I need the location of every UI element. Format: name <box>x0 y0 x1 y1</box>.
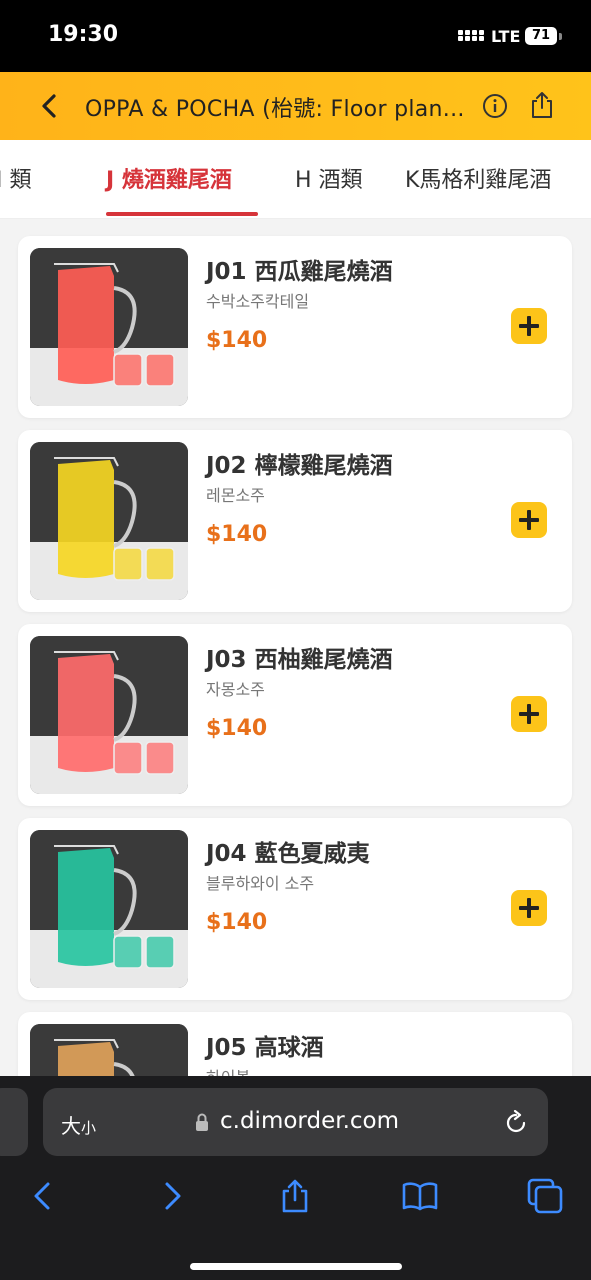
add-to-cart-button[interactable] <box>511 696 547 732</box>
add-to-cart-button[interactable] <box>511 890 547 926</box>
text-size-button[interactable]: 大小 <box>61 1110 96 1139</box>
menu-item-card[interactable]: J02 檸檬雞尾燒酒 레몬소주 $140 <box>18 430 572 612</box>
item-image <box>30 830 188 988</box>
lock-icon <box>196 1113 208 1131</box>
share-button[interactable] <box>528 90 556 120</box>
page-title: OPPA & POCHA (枱號: Floor plan... <box>85 97 465 122</box>
status-time: 19:30 <box>48 22 119 47</box>
browser-back-icon[interactable] <box>26 1178 62 1214</box>
browser-address-area: 大小 c.dimorder.com <box>0 1076 591 1170</box>
menu-item-card[interactable]: J04 藍色夏威夷 블루하와이 소주 $140 <box>18 818 572 1000</box>
browser-forward-icon[interactable] <box>155 1178 191 1214</box>
info-icon <box>483 94 507 118</box>
item-name: J05 高球酒 <box>206 1035 324 1061</box>
reload-icon[interactable] <box>503 1110 529 1136</box>
back-button[interactable] <box>34 90 66 122</box>
address-bar[interactable]: 大小 c.dimorder.com <box>43 1088 548 1156</box>
item-name: J03 西柚雞尾燒酒 <box>206 647 393 673</box>
add-to-cart-button[interactable] <box>511 308 547 344</box>
item-name: J01 西瓜雞尾燒酒 <box>206 259 393 285</box>
category-tabs: I 類 J 燒酒雞尾酒 H 酒類 K馬格利雞尾酒 <box>0 140 591 219</box>
battery-icon: 71 <box>525 27 557 45</box>
item-image <box>30 248 188 406</box>
item-price: $140 <box>206 522 268 547</box>
back-chevron-icon <box>42 94 56 118</box>
share-icon[interactable] <box>277 1178 313 1214</box>
tab-h-alcohol[interactable]: H 酒類 <box>295 162 363 194</box>
url-text: c.dimorder.com <box>220 1108 400 1134</box>
item-subtitle: 블루하와이 소주 <box>206 874 315 893</box>
app-header: OPPA & POCHA (枱號: Floor plan... <box>0 72 591 140</box>
item-image <box>30 636 188 794</box>
bookmarks-icon[interactable] <box>402 1178 438 1214</box>
menu-item-card[interactable]: J01 西瓜雞尾燒酒 수박소주칵테일 $140 <box>18 236 572 418</box>
item-subtitle: 레몬소주 <box>206 486 265 505</box>
item-subtitle: 수박소주칵테일 <box>206 292 310 311</box>
tab-k-makgeolli-cocktail[interactable]: K馬格利雞尾酒 <box>405 162 551 194</box>
item-name: J04 藍色夏威夷 <box>206 841 370 867</box>
share-icon <box>532 92 552 118</box>
item-price: $140 <box>206 328 268 353</box>
text-size-small: 小 <box>81 1119 97 1137</box>
item-name: J02 檸檬雞尾燒酒 <box>206 453 393 479</box>
status-bar: 19:30 LTE 71 <box>0 0 591 72</box>
info-button[interactable] <box>482 93 508 119</box>
menu-item-card[interactable]: J03 西柚雞尾燒酒 자몽소주 $140 <box>18 624 572 806</box>
network-type: LTE <box>491 27 521 46</box>
add-to-cart-button[interactable] <box>511 502 547 538</box>
tab-i[interactable]: I 類 <box>0 162 31 194</box>
item-subtitle: 자몽소주 <box>206 680 265 699</box>
active-tab-indicator <box>106 212 258 216</box>
tab-j-soju-cocktail[interactable]: J 燒酒雞尾酒 <box>106 162 232 194</box>
item-price: $140 <box>206 910 268 935</box>
tabs-icon[interactable] <box>527 1178 563 1214</box>
previous-tab-preview[interactable] <box>0 1088 28 1156</box>
battery-cap <box>559 33 562 40</box>
signal-icon <box>458 30 484 46</box>
home-indicator <box>190 1263 402 1270</box>
text-size-large: 大 <box>61 1114 81 1138</box>
item-image <box>30 442 188 600</box>
browser-toolbar <box>0 1170 591 1280</box>
item-price: $140 <box>206 716 268 741</box>
